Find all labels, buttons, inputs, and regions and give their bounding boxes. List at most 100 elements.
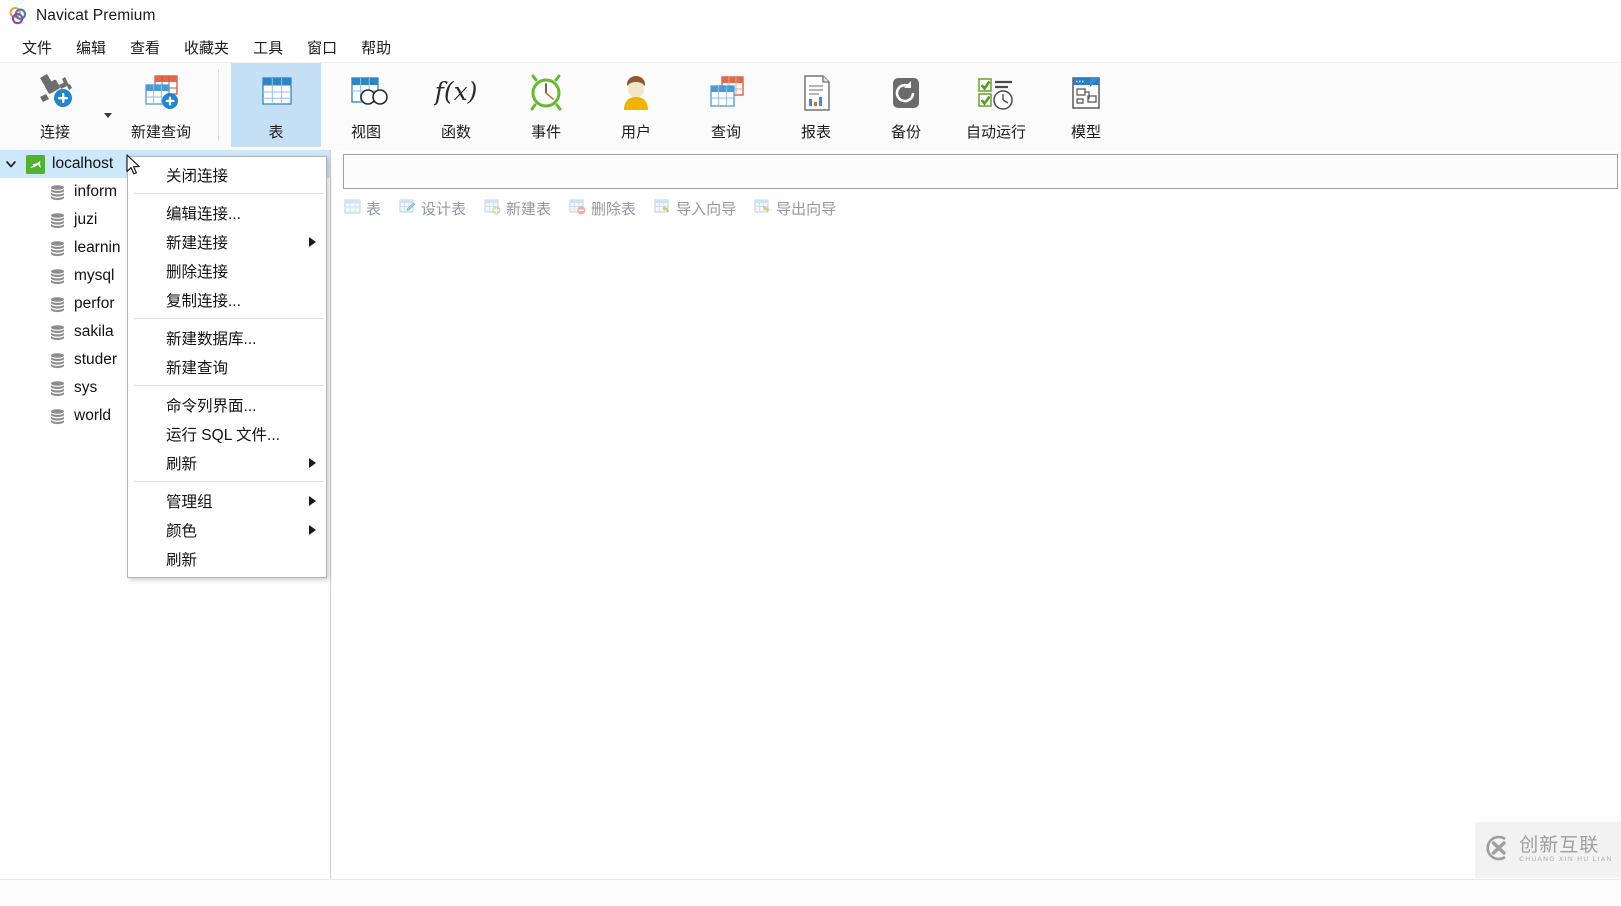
ribbon-label-table: 表 [268,124,284,141]
filter-input[interactable] [343,154,1618,189]
menu-bar: 文件 编辑 查看 收藏夹 工具 窗口 帮助 [0,32,1621,62]
submenu-arrow-icon [309,524,316,535]
tree-label-database: world [74,407,112,424]
menu-edit[interactable]: 编辑 [64,34,118,61]
ctx-item-new-database[interactable]: 新建数据库... [128,323,326,352]
ctx-label: 刷新 [166,551,198,569]
ribbon-button-connection[interactable]: 连接 [10,63,100,147]
ribbon-separator [218,69,219,141]
obj-label-import-wizard: 导入向导 [676,200,737,218]
tree-label-database: sakila [74,323,114,340]
watermark-text: 创新互联 CHUANG XIN HU LIAN [1519,836,1612,864]
ribbon-button-new-query[interactable]: 新建查询 [116,63,206,147]
ribbon-label-model: 模型 [1070,124,1101,141]
report-icon [794,69,838,117]
ribbon-button-backup[interactable]: 备份 [861,63,951,147]
delete-table-icon [569,198,586,219]
open-table-icon [344,198,361,219]
obj-label-design-table: 设计表 [421,200,467,218]
tree-label-database: perfor [74,295,115,312]
ribbon-label-backup: 备份 [890,124,921,141]
obj-button-import-wizard[interactable]: 导入向导 [645,196,745,221]
ctx-item-copy-connection[interactable]: 复制连接... [128,285,326,314]
database-icon [44,379,70,398]
ctx-label: 新建连接 [166,234,229,252]
ribbon-button-model[interactable]: 模型 [1041,63,1131,147]
ctx-label: 命令列界面... [166,397,257,415]
context-menu-separator [134,318,324,319]
ctx-label: 运行 SQL 文件... [166,426,280,444]
ctx-label: 新建数据库... [166,330,257,348]
function-fx-icon: f(x) [434,69,478,117]
automation-icon [972,69,1020,117]
ctx-item-color[interactable]: 颜色 [128,515,326,544]
chevron-down-icon[interactable] [104,112,112,118]
ribbon-label-event: 事件 [530,124,561,141]
ribbon-button-automation[interactable]: 自动运行 [951,63,1041,147]
backup-icon [884,69,928,117]
ribbon-button-report[interactable]: 报表 [771,63,861,147]
context-menu-separator [134,481,324,482]
ribbon-label-query: 查询 [710,124,741,141]
model-icon [1064,69,1108,117]
database-icon [44,323,70,342]
ribbon-button-event[interactable]: 事件 [501,63,591,147]
menu-view[interactable]: 查看 [118,34,172,61]
menu-favorites[interactable]: 收藏夹 [172,34,241,61]
menu-tools[interactable]: 工具 [241,34,295,61]
ribbon-label-new-query: 新建查询 [130,124,191,141]
ribbon-label-automation: 自动运行 [965,124,1026,141]
database-icon [44,351,70,370]
ribbon-button-table[interactable]: 表 [231,63,321,147]
ribbon-label-connection: 连接 [39,124,70,141]
mysql-dolphin-icon [22,154,48,174]
ctx-item-command-line[interactable]: 命令列界面... [128,390,326,419]
obj-button-export-wizard[interactable]: 导出向导 [745,196,845,221]
menu-help[interactable]: 帮助 [349,34,403,61]
watermark-pinyin: CHUANG XIN HU LIAN [1519,856,1613,864]
ctx-item-edit-connection[interactable]: 编辑连接... [128,198,326,227]
ctx-label: 管理组 [166,493,213,511]
svg-text:f(x): f(x) [434,77,477,106]
ribbon-button-function[interactable]: f(x) 函数 [411,63,501,147]
cx-logo-icon [1483,833,1513,868]
obj-button-delete-table[interactable]: 删除表 [560,196,645,221]
obj-button-design-table[interactable]: 设计表 [390,196,475,221]
obj-button-open-table[interactable]: 表 [335,196,390,221]
ctx-item-delete-connection[interactable]: 删除连接 [128,256,326,285]
ctx-item-manage-group[interactable]: 管理组 [128,486,326,515]
ribbon-label-report: 报表 [800,124,831,141]
tree-label-database: studer [74,351,118,368]
ribbon-button-view[interactable]: 视图 [321,63,411,147]
obj-label-delete-table: 删除表 [591,200,637,218]
ctx-item-close-connection[interactable]: 关闭连接 [128,160,326,189]
database-icon [44,407,70,426]
ctx-label: 颜色 [166,522,198,540]
submenu-arrow-icon [309,495,316,506]
ribbon-button-user[interactable]: 用户 [591,63,681,147]
submenu-arrow-icon [309,457,316,468]
view-icon [344,69,388,117]
obj-label-export-wizard: 导出向导 [776,200,837,218]
database-icon [44,239,70,258]
window-title: Navicat Premium [36,7,156,24]
new-table-icon [484,198,501,219]
title-bar: Navicat Premium [0,0,1621,32]
new-query-icon [137,69,185,117]
ctx-item-new-connection[interactable]: 新建连接 [128,227,326,256]
ctx-item-run-sql-file[interactable]: 运行 SQL 文件... [128,419,326,448]
chevron-down-icon[interactable] [0,158,22,170]
menu-window[interactable]: 窗口 [295,34,349,61]
ctx-item-refresh[interactable]: 刷新 [128,544,326,573]
context-menu-separator [134,193,324,194]
ribbon-button-query[interactable]: 查询 [681,63,771,147]
menu-file[interactable]: 文件 [10,34,64,61]
status-bar [0,879,1621,906]
ctx-item-new-query[interactable]: 新建查询 [128,352,326,381]
obj-button-new-table[interactable]: 新建表 [475,196,560,221]
ctx-label: 编辑连接... [166,205,241,223]
table-icon [254,69,298,117]
ctx-item-refresh-submenu[interactable]: 刷新 [128,448,326,477]
database-icon [44,211,70,230]
export-wizard-icon [754,198,771,219]
